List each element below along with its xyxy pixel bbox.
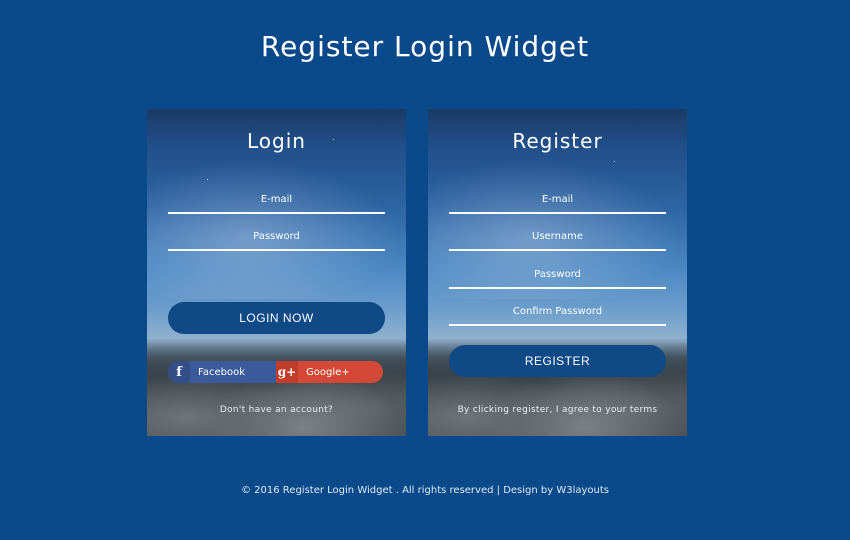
terms-note: By clicking register, I agree to your te… [457,405,658,415]
login-password-field[interactable]: Password [168,227,385,251]
facebook-label: Facebook [198,366,245,378]
login-card: Login E-mail Password LOGIN NOW f Facebo… [147,109,406,436]
page-title: Register Login Widget [260,30,590,63]
google-plus-button[interactable]: g+ Google+ [276,361,383,383]
register-password-field[interactable]: Password [449,265,666,289]
google-plus-label: Google+ [306,366,350,378]
register-card: Register E-mail Username Password Confir… [428,109,687,436]
login-title: Login [247,129,306,153]
login-now-button[interactable]: LOGIN NOW [168,302,385,334]
register-username-field[interactable]: Username [449,227,666,251]
no-account-link[interactable]: Don't have an account? [147,405,406,415]
facebook-icon: f [168,361,190,383]
register-confirm-password-field[interactable]: Confirm Password [449,302,666,326]
social-login-buttons: f Facebook g+ Google+ [168,361,383,383]
register-title: Register [512,129,603,153]
footer-copyright: © 2016 Register Login Widget . All right… [241,485,609,496]
facebook-button[interactable]: f Facebook [168,361,276,383]
star-decoration [614,161,615,162]
google-plus-icon: g+ [276,361,298,383]
register-button[interactable]: REGISTER [449,345,666,377]
login-email-field[interactable]: E-mail [168,190,385,214]
star-decoration [207,179,208,180]
register-email-field[interactable]: E-mail [449,190,666,214]
